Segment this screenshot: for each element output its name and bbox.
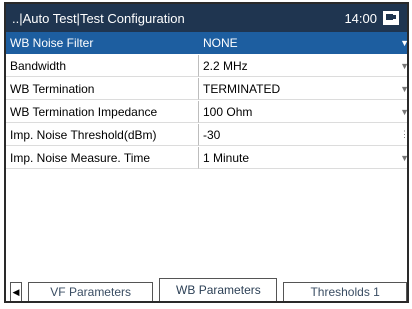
- setting-label: WB Termination Impedance: [6, 101, 199, 123]
- setting-value[interactable]: 2.2 MHz ▼: [199, 55, 407, 77]
- tab-wb-parameters[interactable]: WB Parameters: [159, 278, 278, 301]
- window-title: ..|Auto Test|Test Configuration: [12, 10, 185, 26]
- setting-label: WB Termination: [6, 78, 199, 100]
- tab-bar: ◀ VF Parameters WB Parameters Thresholds…: [6, 278, 407, 301]
- setting-value[interactable]: -30 ⋮: [199, 124, 407, 146]
- setting-value[interactable]: TERMINATED ▼: [199, 78, 407, 100]
- setting-value[interactable]: 100 Ohm ▼: [199, 101, 407, 123]
- setting-label: Imp. Noise Threshold(dBm): [6, 124, 199, 146]
- setting-label: Bandwidth: [6, 55, 199, 77]
- chevron-down-icon[interactable]: ▼: [400, 84, 407, 94]
- setting-value[interactable]: 1 Minute ▼: [199, 147, 407, 169]
- screen-frame: ..|Auto Test|Test Configuration 14:00 WB…: [4, 2, 409, 303]
- setting-row-wb-termination[interactable]: WB Termination TERMINATED ▼: [6, 78, 407, 101]
- chevron-down-icon[interactable]: ▼: [400, 153, 407, 163]
- left-arrow-icon[interactable]: ◀: [10, 282, 22, 301]
- setting-row-imp-noise-measure-time[interactable]: Imp. Noise Measure. Time 1 Minute ▼: [6, 147, 407, 170]
- setting-row-bandwidth[interactable]: Bandwidth 2.2 MHz ▼: [6, 55, 407, 78]
- tab-vf-parameters[interactable]: VF Parameters: [27, 282, 154, 301]
- clock: 14:00: [344, 10, 377, 26]
- setting-value[interactable]: NONE ▼: [199, 32, 407, 54]
- setting-row-wb-noise-filter[interactable]: WB Noise Filter NONE ▼: [6, 32, 407, 55]
- settings-list: WB Noise Filter NONE ▼ Bandwidth 2.2 MHz ▼…: [6, 32, 407, 170]
- setting-row-wb-termination-impedance[interactable]: WB Termination Impedance 100 Ohm ▼: [6, 101, 407, 124]
- battery-icon: [383, 11, 399, 25]
- chevron-down-icon[interactable]: ▼: [400, 38, 407, 48]
- chevron-down-icon[interactable]: ▼: [400, 107, 407, 117]
- setting-label: WB Noise Filter: [6, 32, 199, 54]
- spin-dots-icon[interactable]: ⋮: [400, 129, 407, 140]
- tab-thresholds-1[interactable]: Thresholds 1: [283, 282, 407, 301]
- chevron-down-icon[interactable]: ▼: [400, 61, 407, 71]
- setting-label: Imp. Noise Measure. Time: [6, 147, 199, 169]
- setting-row-imp-noise-threshold[interactable]: Imp. Noise Threshold(dBm) -30 ⋮: [6, 124, 407, 147]
- title-bar: ..|Auto Test|Test Configuration 14:00: [6, 4, 407, 32]
